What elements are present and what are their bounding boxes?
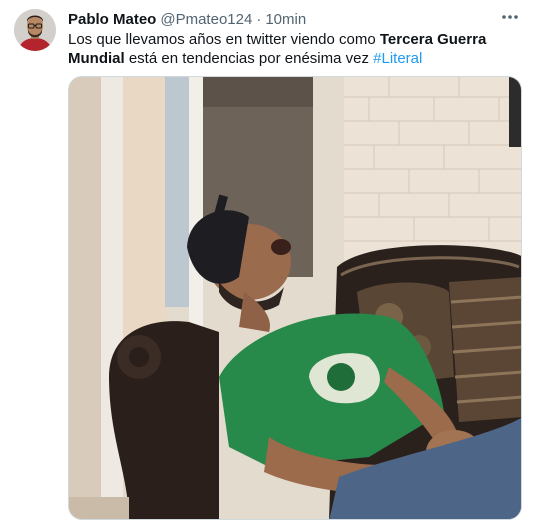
separator-dot: · — [256, 10, 262, 28]
author-name[interactable]: Pablo Mateo — [68, 11, 156, 28]
tweet-text: Los que llevamos años en twitter viendo … — [68, 30, 523, 68]
author-handle[interactable]: @Pmateo124 — [160, 11, 252, 28]
photo-sleeping-man — [69, 77, 521, 519]
timestamp[interactable]: 10min — [265, 11, 306, 28]
tweet-text-part1: Los que llevamos años en twitter viendo … — [68, 31, 380, 48]
tweet-header: Pablo Mateo @Pmateo124 · 10min — [68, 9, 519, 29]
tweet-card[interactable]: Pablo Mateo @Pmateo124 · 10min Los que l… — [0, 0, 533, 521]
tweet-text-part2: está en tendencias por enésima vez — [124, 50, 374, 67]
avatar[interactable] — [14, 9, 56, 51]
tweet-media-image[interactable] — [68, 76, 522, 520]
avatar-image — [14, 9, 56, 51]
hashtag-link[interactable]: #Literal — [373, 50, 422, 67]
more-horizontal-icon — [502, 15, 518, 19]
more-options-button[interactable] — [499, 6, 521, 28]
